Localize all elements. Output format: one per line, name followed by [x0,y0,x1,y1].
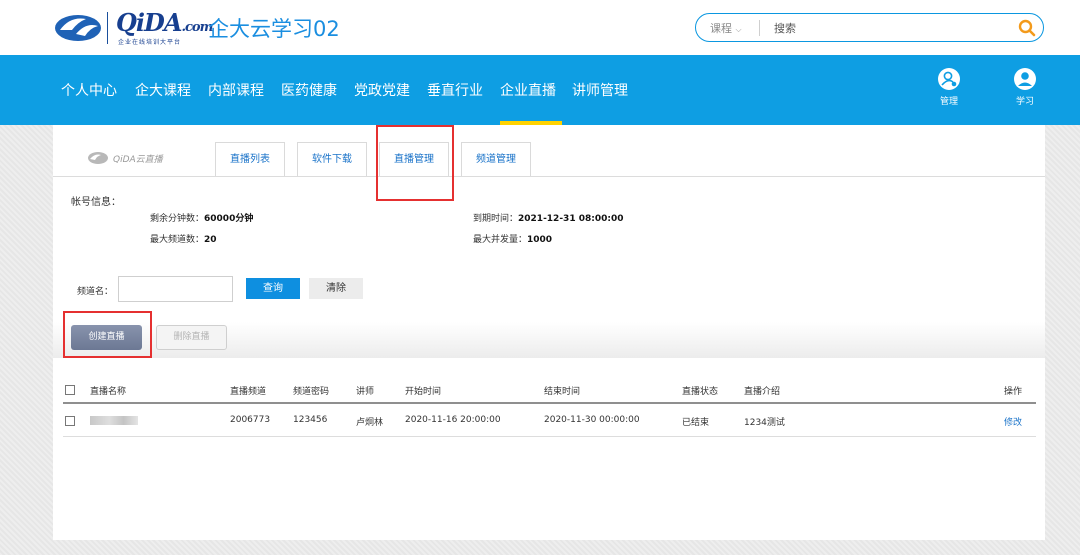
qida-live-logo: QiDA云直播 [87,149,177,169]
max-channels: 最大频道数：20 [150,232,217,245]
max-channels-value: 20 [204,235,217,245]
max-concurrency-label: 最大并发量： [473,235,528,245]
manage-label: 管理 [939,97,958,107]
study-label: 学习 [1015,97,1034,107]
search-type-value: 课程 [710,22,732,35]
remaining-minutes-label: 剩余分钟数： [150,214,205,224]
main-nav: 个人中心 企大课程 内部课程 医药健康 党政党建 垂直行业 企业直播 讲师管理 … [0,55,1080,125]
highlight-box-create-live [63,311,152,358]
query-button[interactable]: 查询 [246,278,300,299]
table-row: 2006773 123456 卢炯林 2020-11-16 20:00:00 2… [63,409,1036,437]
row-channel: 2006773 [230,415,271,425]
row-status: 已结束 [682,418,710,428]
highlight-box-live-management [376,125,454,201]
col-actions: 操作 [1004,387,1023,397]
row-password: 123456 [293,415,328,425]
remaining-minutes-value: 60000分钟 [204,214,254,224]
nav-item-medical-health[interactable]: 医药健康 [281,80,337,100]
max-concurrency-value: 1000 [527,235,553,245]
col-live-name: 直播名称 [90,387,127,397]
chevron-down-icon: ⌵ [735,25,742,34]
col-live-status: 直播状态 [682,387,719,397]
expire-time: 到期时间：2021-12-31 08:00:00 [473,211,624,224]
top-header: QiDA.com 企业在线培训大平台 企大云学习02 课程 ⌵ [0,0,1080,55]
tab-divider [53,176,1045,177]
brand-name: QiDA [116,8,182,37]
col-start-time: 开始时间 [405,387,442,397]
live-management-panel: QiDA云直播 直播列表 软件下载 直播管理 频道管理 帐号信息： 剩余分钟数：… [53,125,1045,540]
nav-item-vertical-industry[interactable]: 垂直行业 [427,80,483,100]
nav-item-internal-courses[interactable]: 内部课程 [208,80,264,100]
expire-time-label: 到期时间： [473,214,519,224]
redacted-live-name [90,416,138,425]
site-title: 企大云学习02 [208,17,340,41]
nav-item-personal-center[interactable]: 个人中心 [61,80,117,100]
tab-channel-management[interactable]: 频道管理 [461,142,531,177]
brand-tagline: 企业在线培训大平台 [118,39,182,46]
tab-software-download[interactable]: 软件下载 [297,142,367,177]
nav-item-party-building[interactable]: 党政党建 [354,80,410,100]
remaining-minutes: 剩余分钟数：60000分钟 [150,211,253,224]
manage-icon [938,68,960,90]
qida-live-logo-text: QiDA云直播 [113,155,163,165]
search-input[interactable] [774,19,1004,37]
nav-item-lecturer-management[interactable]: 讲师管理 [572,80,628,100]
row-teacher: 卢炯林 [356,418,384,428]
search-box: 课程 ⌵ [695,13,1044,42]
col-end-time: 结束时间 [544,387,581,397]
qida-logo-icon[interactable] [52,10,104,44]
delete-live-button[interactable]: 删除直播 [156,325,227,350]
col-teacher: 讲师 [356,387,375,397]
channel-name-input[interactable] [118,276,233,302]
expire-time-value: 2021-12-31 08:00:00 [518,214,624,224]
table-header: 直播名称 直播频道 频道密码 讲师 开始时间 结束时间 直播状态 直播介绍 操作 [63,378,1036,404]
brand-logo-text[interactable]: QiDA.com [116,8,213,37]
channel-name-label: 频道名： [77,287,114,297]
row-end-time: 2020-11-30 00:00:00 [544,415,640,425]
qida-live-logo-icon [88,152,108,164]
study-icon [1014,68,1036,90]
nav-item-enterprise-live[interactable]: 企业直播 [500,80,556,100]
col-live-intro: 直播介绍 [744,387,781,397]
row-intro: 1234测试 [744,418,785,428]
manage-button[interactable]: 管理 [932,68,966,107]
row-checkbox[interactable] [65,416,75,426]
search-type-select[interactable]: 课程 ⌵ [710,20,760,36]
col-live-channel: 直播频道 [230,387,267,397]
nav-item-qida-courses[interactable]: 企大课程 [135,80,191,100]
study-button[interactable]: 学习 [1008,68,1042,107]
account-info-label: 帐号信息： [71,197,121,208]
search-icon[interactable] [1017,18,1037,38]
logo-divider [107,12,108,44]
clear-button[interactable]: 清除 [309,278,363,299]
max-channels-label: 最大频道数： [150,235,205,245]
row-start-time: 2020-11-16 20:00:00 [405,415,501,425]
select-all-checkbox[interactable] [65,385,75,395]
edit-link[interactable]: 修改 [1004,415,1022,428]
col-channel-password: 频道密码 [293,387,330,397]
tab-live-list[interactable]: 直播列表 [215,142,285,177]
max-concurrency: 最大并发量：1000 [473,232,552,245]
